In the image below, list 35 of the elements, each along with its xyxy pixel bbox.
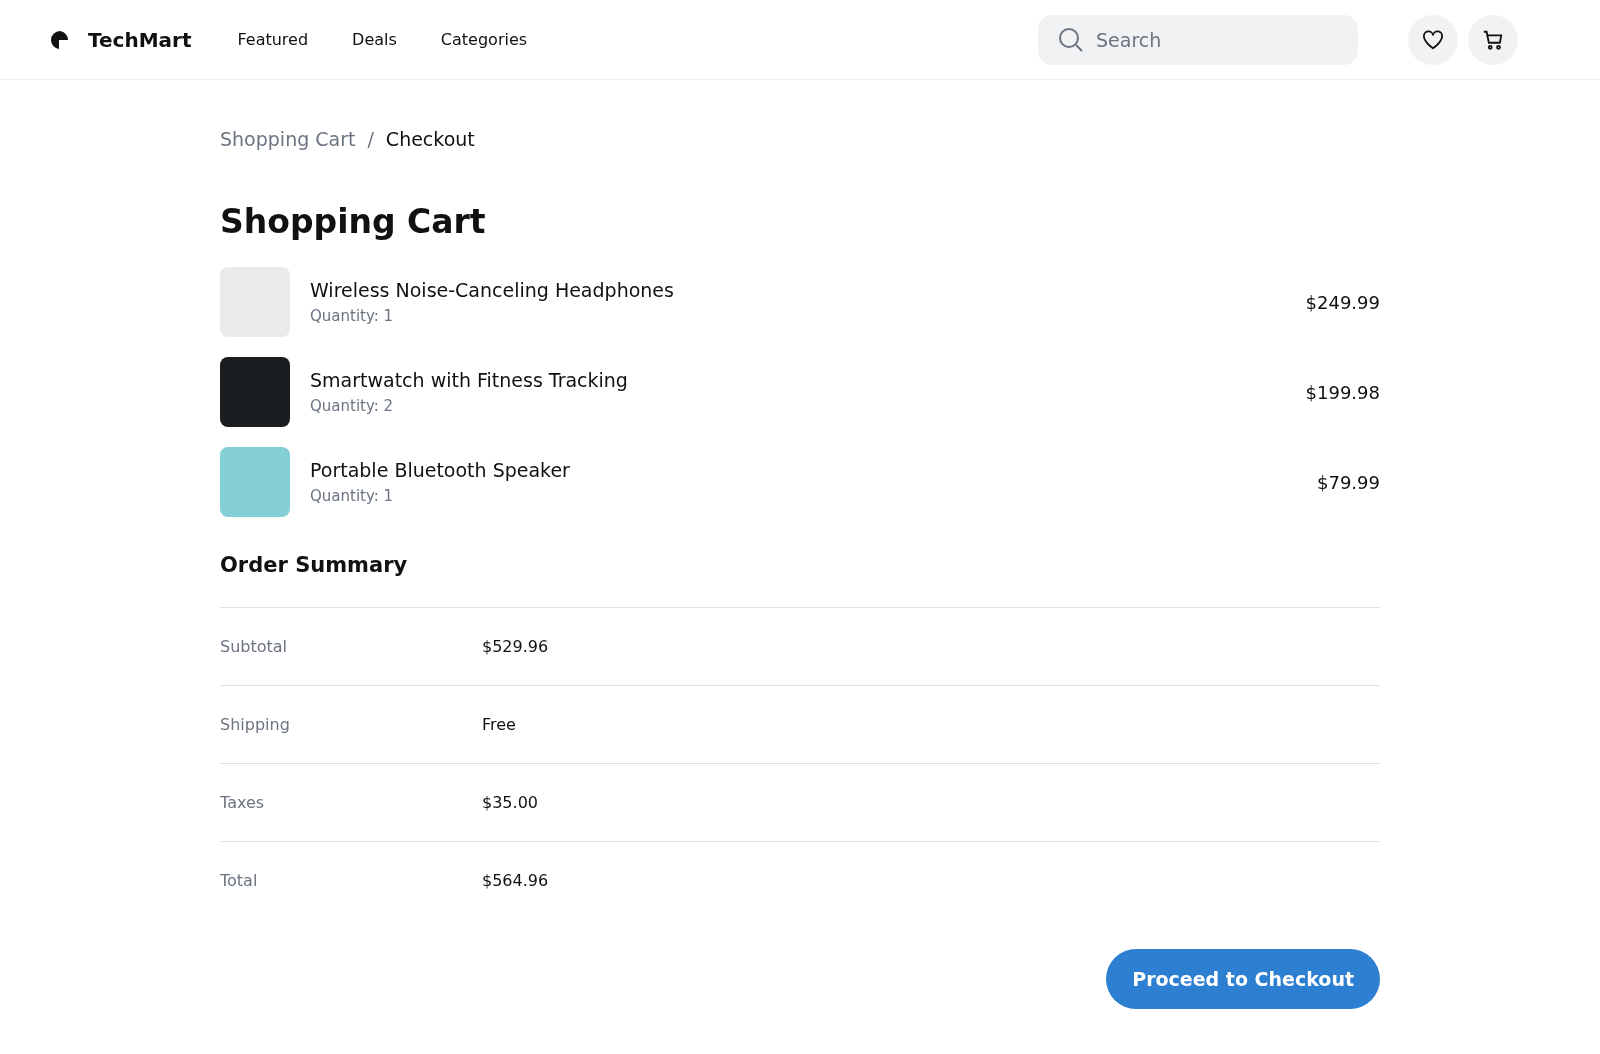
breadcrumb-link[interactable]: Checkout	[385, 128, 475, 150]
summary-value: Free	[482, 715, 516, 734]
summary-label: Taxes	[220, 793, 266, 812]
summary-title: Order Summary	[220, 553, 409, 577]
product-price: $79.99	[1317, 471, 1380, 493]
photo-placeholder	[220, 447, 290, 517]
nav-link[interactable]: Deals	[352, 30, 397, 49]
product-quantity: Quantity: 1	[310, 487, 395, 505]
summary-value: $529.96	[482, 637, 549, 656]
photo-placeholder	[220, 357, 290, 427]
product-name: Portable Bluetooth Speaker	[310, 459, 571, 481]
summary-label: Total	[220, 871, 259, 890]
summary-label: Shipping	[220, 715, 291, 734]
product-name: Wireless Noise-Canceling Headphones	[310, 279, 675, 301]
product-price: $249.99	[1305, 291, 1380, 313]
summary-label: Subtotal	[220, 637, 289, 656]
nav-link[interactable]: Categories	[440, 30, 528, 49]
logo-icon	[50, 29, 70, 50]
checkout-button[interactable]: Proceed to Checkout	[1106, 949, 1380, 1009]
summary-value: $35.00	[482, 793, 538, 812]
breadcrumb-separator: /	[367, 128, 374, 150]
summary-value: $564.96	[482, 871, 549, 890]
brand-name: TechMart	[88, 27, 192, 52]
nav-link[interactable]: Featured	[237, 30, 309, 49]
product-quantity: Quantity: 1	[310, 307, 395, 325]
search-field[interactable]: Search	[1038, 14, 1358, 65]
cart-icon	[1482, 28, 1504, 51]
breadcrumb-link[interactable]: Shopping Cart	[220, 128, 356, 150]
wishlist-button[interactable]	[1408, 14, 1458, 65]
page-title: Shopping Cart	[220, 202, 487, 241]
product-name: Smartwatch with Fitness Tracking	[310, 369, 629, 391]
cart-button[interactable]	[1468, 14, 1518, 65]
heart-icon	[1422, 29, 1444, 50]
product-quantity: Quantity: 2	[310, 397, 395, 415]
product-price: $199.98	[1305, 381, 1380, 403]
